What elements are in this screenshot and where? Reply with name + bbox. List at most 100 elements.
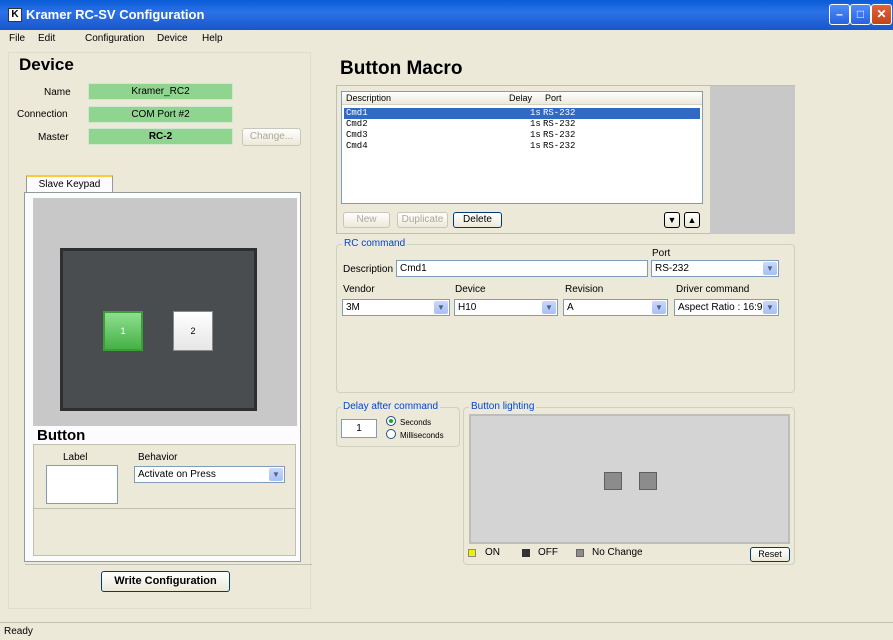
cell-description: Cmd1	[346, 108, 368, 118]
list-item[interactable]: Cmd4 1s RS-232	[344, 141, 700, 152]
lighting-key-1[interactable]	[604, 472, 622, 490]
seconds-radio[interactable]	[386, 416, 396, 426]
status-text: Ready	[4, 626, 33, 637]
device-label: Device	[455, 284, 486, 295]
macro-preview	[710, 86, 795, 234]
app-icon: K	[8, 8, 22, 22]
cell-description: Cmd4	[346, 141, 368, 151]
macro-heading: Button Macro	[340, 58, 463, 79]
on-swatch	[468, 549, 476, 557]
port-select[interactable]: RS-232 ▼	[651, 260, 779, 277]
off-swatch	[522, 549, 530, 557]
keypad-panel	[60, 248, 257, 411]
lighting-key-2[interactable]	[639, 472, 657, 490]
cell-port: RS-232	[543, 108, 576, 118]
menu-help[interactable]: Help	[202, 33, 223, 44]
delay-input[interactable]: 1	[341, 419, 377, 438]
nochange-swatch	[576, 549, 584, 557]
driver-command-label: Driver command	[676, 284, 750, 295]
list-item[interactable]: Cmd3 1s RS-232	[344, 130, 700, 141]
milliseconds-radio[interactable]	[386, 429, 396, 439]
lighting-preview	[469, 414, 790, 544]
reset-button[interactable]: Reset	[750, 547, 790, 562]
revision-value: A	[567, 302, 574, 313]
revision-label: Revision	[565, 284, 604, 295]
vendor-value: 3M	[346, 302, 360, 313]
cell-port: RS-232	[543, 130, 576, 140]
port-value: RS-232	[655, 263, 689, 274]
chevron-down-icon: ▼	[434, 301, 448, 314]
move-down-button[interactable]: ▼	[664, 212, 680, 228]
device-select[interactable]: H10 ▼	[454, 299, 558, 316]
nochange-label: No Change	[592, 547, 643, 558]
list-header: Description Delay Port	[342, 92, 702, 105]
rc-command-title: RC command	[342, 238, 408, 249]
col-port[interactable]: Port	[545, 93, 562, 103]
keypad-key-2[interactable]: 2	[173, 311, 213, 351]
move-up-button[interactable]: ▲	[684, 212, 700, 228]
cell-delay: 1s	[530, 119, 541, 129]
driver-command-value: Aspect Ratio : 16:9	[678, 302, 763, 313]
list-item[interactable]: Cmd1 1s RS-232	[344, 108, 700, 119]
new-button[interactable]: New	[343, 212, 390, 228]
cell-port: RS-232	[543, 141, 576, 151]
behavior-caption: Behavior	[138, 452, 178, 463]
menu-file[interactable]: File	[9, 33, 25, 44]
duplicate-button[interactable]: Duplicate	[397, 212, 448, 228]
connection-label: Connection	[17, 109, 68, 120]
status-bar: Ready	[0, 622, 893, 640]
change-button[interactable]: Change...	[242, 128, 301, 146]
keypad-key-1[interactable]: 1	[103, 311, 143, 351]
title-bar[interactable]: K Kramer RC-SV Configuration – □ ✕	[0, 0, 893, 30]
name-label: Name	[44, 87, 71, 98]
revision-select[interactable]: A ▼	[563, 299, 668, 316]
behavior-select[interactable]: Activate on Press ▼	[134, 466, 285, 483]
device-value: H10	[458, 302, 477, 313]
master-field: RC-2	[88, 128, 233, 145]
button-heading: Button	[37, 427, 86, 444]
seconds-label: Seconds	[400, 418, 432, 427]
delete-button[interactable]: Delete	[453, 212, 502, 228]
cell-delay: 1s	[530, 141, 541, 151]
connection-field: COM Port #2	[88, 106, 233, 123]
macro-list[interactable]: Description Delay Port Cmd1 1s RS-232 Cmd2 1…	[341, 91, 703, 204]
col-delay[interactable]: Delay	[509, 93, 532, 103]
cell-delay: 1s	[530, 130, 541, 140]
minimize-button[interactable]: –	[829, 4, 850, 25]
chevron-down-icon: ▼	[269, 468, 283, 481]
cell-delay: 1s	[530, 108, 541, 118]
driver-command-select[interactable]: Aspect Ratio : 16:9 ▼	[674, 299, 779, 316]
device-heading: Device	[19, 55, 74, 74]
close-button[interactable]: ✕	[871, 4, 892, 25]
radio-dot-icon	[389, 419, 393, 423]
tab-slave-keypad[interactable]: Slave Keypad	[26, 175, 113, 193]
vendor-select[interactable]: 3M ▼	[342, 299, 450, 316]
description-label: Description	[343, 264, 394, 275]
menu-edit[interactable]: Edit	[38, 33, 55, 44]
divider	[34, 508, 295, 509]
description-input[interactable]: Cmd1	[396, 260, 648, 277]
label-input[interactable]	[46, 465, 118, 504]
chevron-down-icon: ▼	[542, 301, 556, 314]
chevron-down-icon: ▼	[763, 262, 777, 275]
lighting-title: Button lighting	[469, 401, 537, 412]
menu-bar: File Edit Configuration Device Help	[0, 30, 893, 48]
maximize-button[interactable]: □	[850, 4, 871, 25]
milliseconds-label: Milliseconds	[400, 431, 444, 440]
col-description[interactable]: Description	[346, 93, 391, 103]
on-label: ON	[485, 547, 500, 558]
write-configuration-button[interactable]: Write Configuration	[101, 571, 230, 592]
menu-device[interactable]: Device	[157, 33, 188, 44]
chevron-down-icon: ▼	[763, 301, 777, 314]
vendor-label: Vendor	[343, 284, 375, 295]
delay-title: Delay after command	[341, 401, 441, 412]
list-item[interactable]: Cmd2 1s RS-232	[344, 119, 700, 130]
name-field: Kramer_RC2	[88, 83, 233, 100]
master-label: Master	[38, 132, 69, 143]
menu-configuration[interactable]: Configuration	[85, 33, 144, 44]
port-label: Port	[652, 248, 671, 259]
off-label: OFF	[538, 547, 558, 558]
chevron-down-icon: ▼	[652, 301, 666, 314]
cell-description: Cmd2	[346, 119, 368, 129]
cell-port: RS-232	[543, 119, 576, 129]
